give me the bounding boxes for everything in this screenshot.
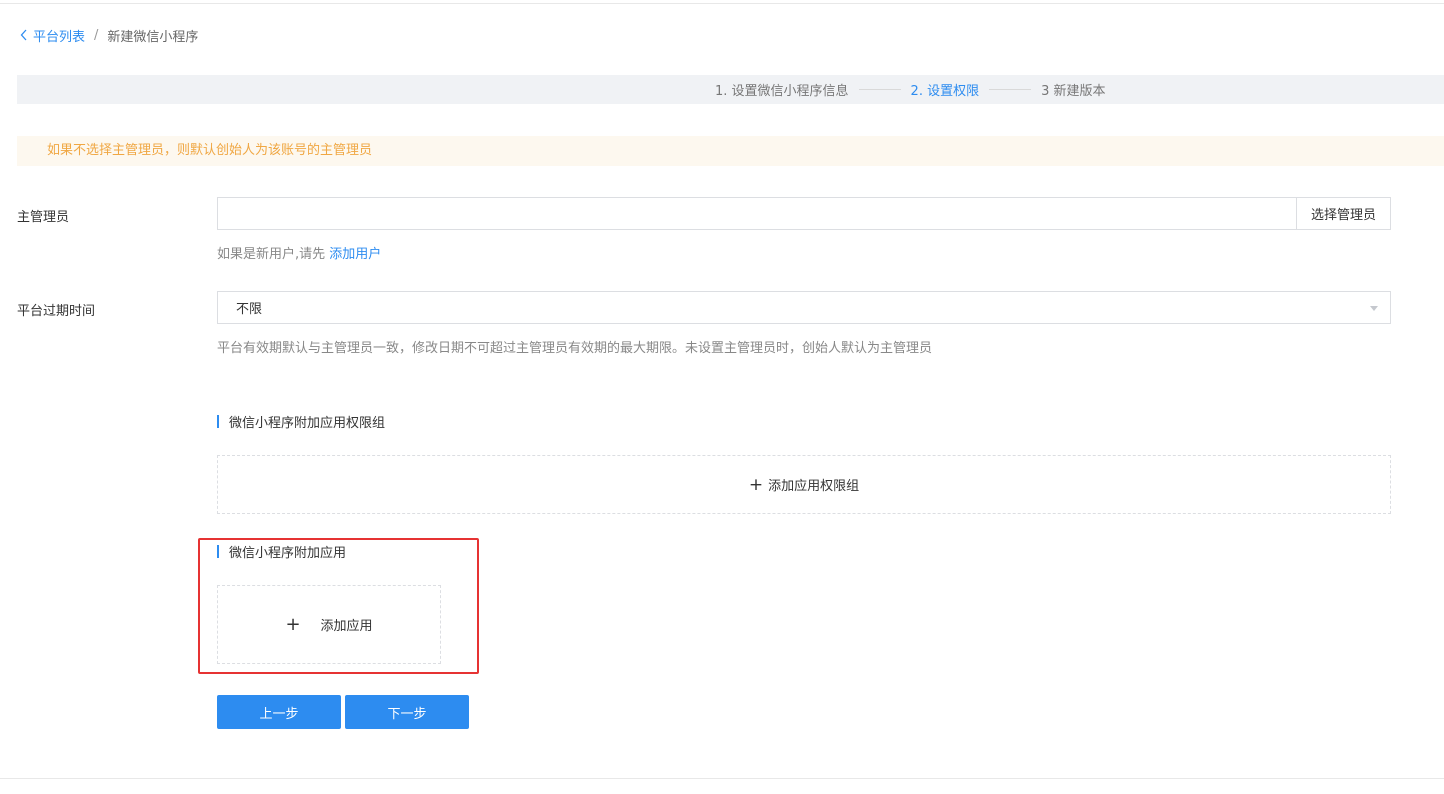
add-app-label: 添加应用: [320, 619, 373, 634]
admin-input[interactable]: [217, 197, 1296, 230]
permission-group-title: 微信小程序附加应用权限组: [217, 412, 385, 431]
breadcrumb-current: 新建微信小程序: [107, 29, 199, 45]
plus-icon: +: [748, 474, 764, 495]
section-accent-bar: [217, 545, 219, 558]
breadcrumb-separator: /: [94, 27, 99, 43]
steps: 1. 设置微信小程序信息 2. 设置权限 3 新建版本: [715, 75, 1106, 104]
admin-input-group: 选择管理员: [217, 197, 1391, 230]
expiry-select[interactable]: 不限: [217, 291, 1391, 324]
step-2-active: 2. 设置权限: [910, 84, 980, 99]
breadcrumb: 平台列表 / 新建微信小程序: [20, 26, 199, 45]
next-step-button[interactable]: 下一步: [345, 695, 469, 729]
permission-group-title-text: 微信小程序附加应用权限组: [229, 416, 386, 431]
top-divider: [0, 3, 1444, 4]
add-app-button[interactable]: + 添加应用: [217, 585, 441, 664]
add-permission-group-label: 添加应用权限组: [768, 479, 860, 494]
expiry-select-value: 不限: [236, 302, 263, 317]
prev-step-button[interactable]: 上一步: [217, 695, 341, 729]
expiry-label: 平台过期时间: [17, 304, 96, 319]
section-accent-bar: [217, 415, 219, 428]
step-connector: [858, 89, 901, 90]
apps-title: 微信小程序附加应用: [217, 542, 346, 561]
add-permission-group-button[interactable]: + 添加应用权限组: [217, 455, 1391, 514]
select-admin-button[interactable]: 选择管理员: [1296, 197, 1391, 230]
admin-hint: 如果是新用户,请先 添加用户: [217, 243, 381, 262]
caret-down-icon: [1370, 306, 1378, 311]
admin-hint-text: 如果是新用户,请先: [217, 247, 326, 262]
chevron-left-icon: [20, 29, 27, 41]
step-3: 3 新建版本: [1041, 84, 1106, 99]
plus-icon: +: [285, 614, 301, 635]
alert-text: 如果不选择主管理员，则默认创始人为该账号的主管理员: [47, 143, 373, 158]
steps-bar: 1. 设置微信小程序信息 2. 设置权限 3 新建版本: [17, 75, 1444, 104]
warning-alert: 如果不选择主管理员，则默认创始人为该账号的主管理员: [17, 136, 1444, 166]
step-1: 1. 设置微信小程序信息: [715, 84, 849, 99]
breadcrumb-back-label: 平台列表: [33, 29, 86, 45]
apps-title-text: 微信小程序附加应用: [229, 546, 347, 561]
admin-label: 主管理员: [17, 210, 70, 225]
bottom-divider: [0, 778, 1444, 779]
breadcrumb-back-link[interactable]: 平台列表: [20, 26, 85, 45]
add-user-link[interactable]: 添加用户: [329, 247, 381, 262]
step-connector: [989, 89, 1032, 90]
expiry-hint: 平台有效期默认与主管理员一致，修改日期不可超过主管理员有效期的最大期限。未设置主…: [217, 341, 933, 356]
